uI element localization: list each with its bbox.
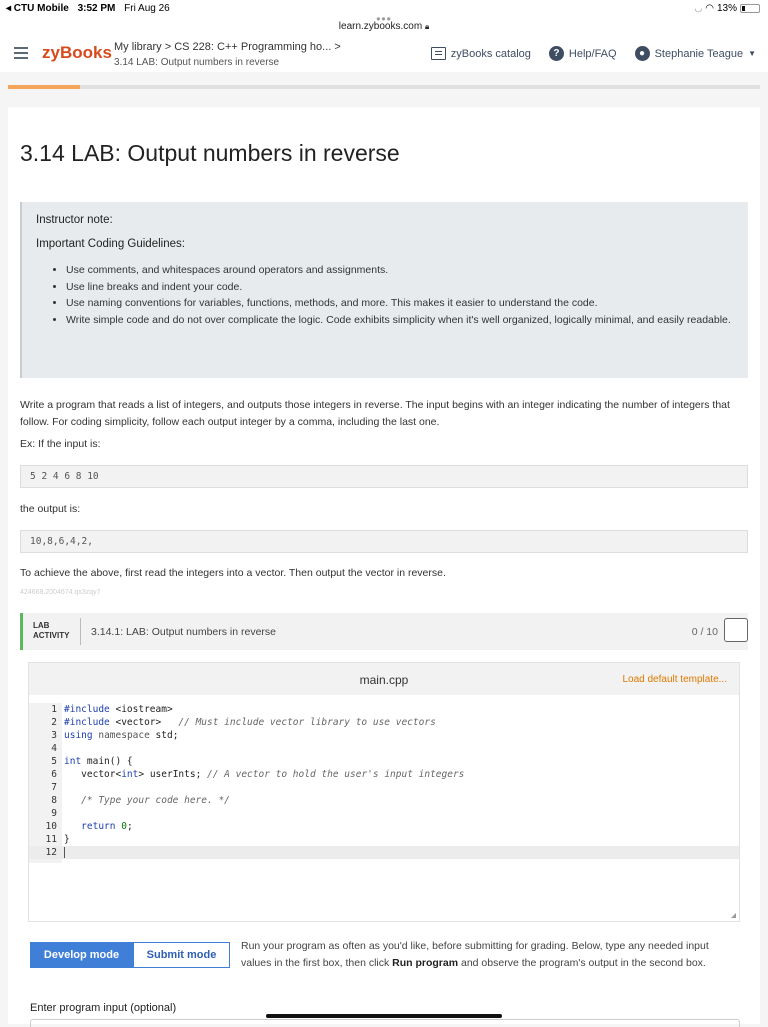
code-line: 5 int main() { — [29, 755, 739, 768]
lab-tag-line2: ACTIVITY — [33, 631, 70, 640]
develop-mode-button[interactable]: Develop mode — [30, 942, 133, 968]
code-line: 2 #include <vector> // Must include vecto… — [29, 716, 739, 729]
header-actions: zyBooks catalog ? Help/FAQ ● Stephanie T… — [430, 46, 756, 61]
line-number: 6 — [51, 769, 57, 780]
instructor-note: Instructor note: Important Coding Guidel… — [20, 202, 748, 378]
catalog-label: zyBooks catalog — [450, 47, 531, 60]
code-line: 4 — [29, 742, 739, 755]
help-link[interactable]: ? Help/FAQ — [548, 46, 617, 61]
user-menu[interactable]: ● Stephanie Teague ▼ — [634, 46, 756, 61]
breadcrumb: My library > CS 228: C++ Programming ho.… — [114, 40, 341, 70]
code-line: 11} — [29, 833, 739, 846]
browser-url-bar[interactable]: ••• learn.zybooks.com 🔒︎ — [0, 12, 768, 36]
activity-id: 424668.2004674.qx3zqy7 — [20, 589, 101, 596]
example-input-box: 5 2 4 6 8 10 — [20, 465, 748, 488]
breadcrumb-path[interactable]: My library > CS 228: C++ Programming ho.… — [114, 40, 341, 55]
guidelines-list: Use comments, and whitespaces around ope… — [66, 262, 748, 328]
main-content: 3.14 LAB: Output numbers in reverse Inst… — [8, 107, 760, 1027]
completion-checkbox — [724, 618, 748, 642]
divider — [80, 618, 81, 645]
code-line: 3 using namespace std; — [29, 729, 739, 742]
guideline-item: Write simple code and do not over compli… — [66, 312, 748, 329]
lab-title: 3.14.1: LAB: Output numbers in reverse — [91, 626, 277, 638]
load-default-template-link[interactable]: Load default template... — [622, 674, 727, 685]
lock-icon: 🔒︎ — [424, 22, 430, 31]
note-subtitle: Important Coding Guidelines: — [36, 238, 185, 250]
run-instructions: Run your program as often as you'd like,… — [241, 938, 741, 972]
chevron-down-icon: ▼ — [748, 49, 756, 58]
example-output-box: 10,8,6,4,2, — [20, 530, 748, 553]
home-indicator — [266, 1014, 502, 1018]
lab-activity-header: LAB ACTIVITY 3.14.1: LAB: Output numbers… — [20, 613, 748, 650]
code-line: 9 — [29, 807, 739, 820]
run-desc-text-end: and observe the program's output in the … — [458, 957, 706, 969]
url-text[interactable]: learn.zybooks.com 🔒︎ — [0, 21, 768, 32]
resize-handle[interactable] — [731, 913, 736, 918]
book-icon — [430, 47, 446, 60]
line-number: 10 — [45, 821, 57, 832]
user-avatar-icon: ● — [634, 46, 650, 61]
text-cursor — [64, 847, 65, 858]
help-label: Help/FAQ — [568, 47, 617, 60]
example-output-label: the output is: — [20, 503, 81, 515]
line-number: 4 — [51, 743, 57, 754]
program-input-field[interactable] — [30, 1019, 740, 1027]
mode-toggle: Develop mode Submit mode — [30, 942, 230, 968]
code-line: 10 return 0; — [29, 820, 739, 833]
program-input-label: Enter program input (optional) — [30, 1002, 177, 1014]
line-number: 2 — [51, 717, 57, 728]
example-input-label: Ex: If the input is: — [20, 438, 101, 450]
line-number: 7 — [51, 782, 57, 793]
line-number: 8 — [51, 795, 57, 806]
lab-score: 0 / 10 — [691, 626, 718, 638]
line-number: 12 — [45, 847, 57, 858]
code-line-active: 12 — [29, 846, 739, 859]
run-program-emphasis: Run program — [392, 957, 459, 969]
lab-tag-line1: LAB — [33, 621, 50, 630]
hint-text: To achieve the above, first read the int… — [20, 567, 446, 579]
page-title: 3.14 LAB: Output numbers in reverse — [20, 140, 400, 166]
code-line: 6 vector<int> userInts; // A vector to h… — [29, 768, 739, 781]
line-number: 5 — [51, 756, 57, 767]
code-line: 8 /* Type your code here. */ — [29, 794, 739, 807]
catalog-link[interactable]: zyBooks catalog — [430, 47, 531, 60]
menu-icon[interactable] — [14, 47, 28, 59]
code-editor[interactable]: 1 #include <iostream> 2 #include <vector> … — [29, 703, 739, 913]
code-line: 1 #include <iostream> — [29, 703, 739, 716]
guideline-item: Use comments, and whitespaces around ope… — [66, 262, 748, 279]
note-title: Instructor note: — [36, 214, 113, 226]
editor-toolbar: main.cpp Load default template... — [29, 663, 739, 695]
line-number: 9 — [51, 808, 57, 819]
guideline-item: Use naming conventions for variables, fu… — [66, 295, 748, 312]
lab-activity-tag: LAB ACTIVITY — [33, 621, 69, 641]
guideline-item: Use line breaks and indent your code. — [66, 279, 748, 296]
user-name: Stephanie Teague — [654, 47, 744, 60]
problem-description: Write a program that reads a list of int… — [20, 399, 730, 428]
submit-mode-button[interactable]: Submit mode — [133, 942, 230, 968]
line-number: 1 — [51, 704, 57, 715]
help-icon: ? — [548, 46, 564, 61]
code-editor-panel: main.cpp Load default template... 1 #incl… — [28, 662, 740, 922]
code-line: 7 — [29, 781, 739, 794]
line-number: 3 — [51, 730, 57, 741]
zybooks-logo[interactable]: zyBooks — [42, 43, 112, 63]
app-header: zyBooks My library > CS 228: C++ Program… — [0, 36, 768, 72]
breadcrumb-section: 3.14 LAB: Output numbers in reverse — [114, 57, 280, 68]
line-number: 11 — [45, 834, 57, 845]
reading-progress-bar — [8, 85, 760, 89]
